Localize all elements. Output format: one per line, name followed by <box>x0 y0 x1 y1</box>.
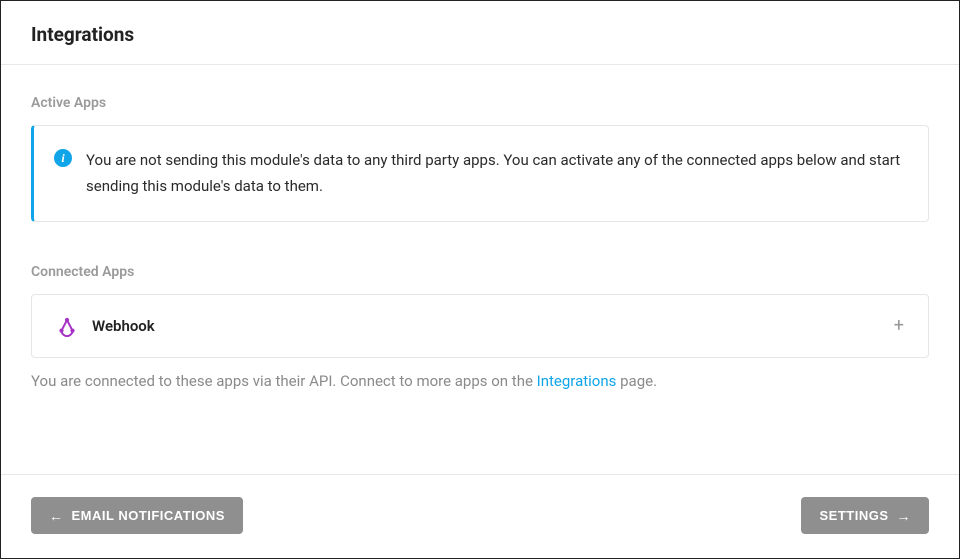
arrow-left-icon: ← <box>49 509 64 523</box>
next-button-label: SETTINGS <box>819 508 888 523</box>
helper-post: page. <box>616 372 657 390</box>
page-content: Active Apps i You are not sending this m… <box>1 65 959 390</box>
connected-app-webhook[interactable]: Webhook + <box>31 294 929 358</box>
page-footer: ← EMAIL NOTIFICATIONS SETTINGS → <box>1 474 959 558</box>
connected-apps-helper: You are connected to these apps via thei… <box>31 372 929 390</box>
app-card-left: Webhook <box>56 315 155 337</box>
page-title: Integrations <box>31 23 929 46</box>
add-app-icon[interactable]: + <box>894 317 904 335</box>
connected-apps-label: Connected Apps <box>31 264 929 280</box>
app-name: Webhook <box>92 317 155 335</box>
active-apps-info-card: i You are not sending this module's data… <box>31 125 929 222</box>
arrow-right-icon: → <box>897 509 912 523</box>
webhook-icon <box>56 315 78 337</box>
settings-button[interactable]: SETTINGS → <box>801 497 929 534</box>
email-notifications-button[interactable]: ← EMAIL NOTIFICATIONS <box>31 497 243 534</box>
info-icon: i <box>54 149 72 167</box>
integrations-link[interactable]: Integrations <box>537 372 617 390</box>
active-apps-label: Active Apps <box>31 95 929 111</box>
page-header: Integrations <box>1 1 959 65</box>
active-apps-info-text: You are not sending this module's data t… <box>86 148 906 199</box>
helper-pre: You are connected to these apps via thei… <box>31 372 537 390</box>
back-button-label: EMAIL NOTIFICATIONS <box>72 508 225 523</box>
